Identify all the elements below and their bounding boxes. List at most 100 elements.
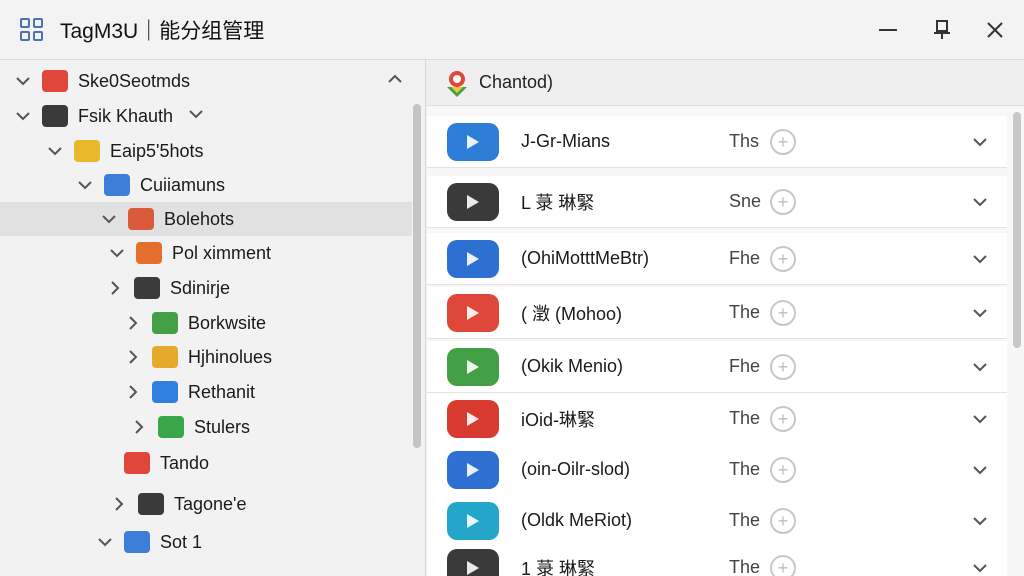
chevron-down-icon[interactable] xyxy=(14,72,32,90)
chevron-down-icon[interactable] xyxy=(971,461,989,479)
chevron-down-icon[interactable] xyxy=(971,559,989,576)
channel-row[interactable]: 1 菉 琳緊 The + xyxy=(427,542,1007,576)
tree-item-label: Pol ximment xyxy=(172,242,272,263)
title-bar: TagM3U｜能分组管理 xyxy=(0,0,1024,60)
add-icon[interactable]: + xyxy=(770,245,796,272)
chevron-right-icon[interactable] xyxy=(110,495,128,513)
tree-item[interactable]: Sot 1 xyxy=(0,525,412,559)
tree-item[interactable]: Stulers xyxy=(0,410,412,444)
chevron-right-icon[interactable] xyxy=(124,348,142,366)
channel-group-value: The xyxy=(729,557,761,576)
channel-name: iOid-琳緊 xyxy=(521,409,596,430)
tree-item-label: Tando xyxy=(160,452,210,473)
channel-logo-icon xyxy=(447,399,499,438)
tree-item[interactable]: Rethanit xyxy=(0,375,412,409)
channel-row[interactable]: J-Gr-Mians Ths + xyxy=(427,116,1007,168)
chevron-right-icon[interactable] xyxy=(124,314,142,332)
channel-logo-icon xyxy=(447,450,499,489)
layers-icon xyxy=(74,140,100,162)
channel-scrollbar[interactable] xyxy=(1013,112,1021,348)
chevron-down-icon[interactable] xyxy=(96,533,114,551)
channel-name: (Oldk MeRiot) xyxy=(521,510,633,530)
chevron-down-icon[interactable] xyxy=(971,512,989,530)
pie-chart-icon xyxy=(124,452,150,474)
channel-group-value: Fhe xyxy=(729,248,761,268)
channel-name: ( 澂 (Mohoo) xyxy=(521,303,623,324)
add-icon[interactable]: + xyxy=(770,554,796,576)
chevron-down-icon[interactable] xyxy=(14,107,32,125)
person-icon xyxy=(158,416,184,438)
add-icon[interactable]: + xyxy=(770,507,796,534)
close-button[interactable] xyxy=(977,12,1013,48)
maximize-button[interactable] xyxy=(924,12,960,48)
chevron-down-icon[interactable] xyxy=(971,358,989,376)
chevron-down-icon[interactable] xyxy=(971,133,989,151)
tree-item[interactable]: Fsik Khauth xyxy=(0,99,412,133)
close-icon xyxy=(987,22,1003,38)
tree-item[interactable]: Bolehots xyxy=(0,202,412,236)
channel-row[interactable]: (Oldk MeRiot) The + xyxy=(427,495,1007,547)
minimize-button[interactable] xyxy=(870,12,906,48)
channel-name: (oin-Oilr-slod) xyxy=(521,459,631,479)
tree-item-label: Sdinirje xyxy=(170,277,231,298)
channel-row[interactable]: L 菉 琳緊 Sne + xyxy=(427,176,1007,228)
home-icon xyxy=(152,381,178,403)
network-folder-icon xyxy=(134,277,160,299)
chevron-right-icon[interactable] xyxy=(124,383,142,401)
app-grid-icon xyxy=(20,17,44,42)
chevron-down-icon[interactable] xyxy=(187,105,205,128)
chevron-up-icon[interactable] xyxy=(386,70,404,93)
channel-name: 1 菉 琳緊 xyxy=(521,558,596,576)
channel-logo-icon xyxy=(447,347,499,386)
tree-item-label: Hjhinolues xyxy=(188,346,273,367)
tree-item[interactable]: Pol ximment xyxy=(0,236,412,270)
stack-icon xyxy=(136,242,162,264)
channel-name: J-Gr-Mians xyxy=(521,131,610,151)
channel-logo-icon xyxy=(447,548,499,576)
chevron-down-icon[interactable] xyxy=(971,193,989,211)
channel-group-value: The xyxy=(729,302,761,322)
tree-item-label: Ske0Seotmds xyxy=(78,70,191,91)
channel-group-value: Fhe xyxy=(729,356,761,376)
channel-row[interactable]: iOid-琳緊 The + xyxy=(427,393,1007,445)
channel-group-value: Sne xyxy=(729,191,762,211)
chevron-down-icon[interactable] xyxy=(100,210,118,228)
chevron-down-icon[interactable] xyxy=(108,244,126,262)
person-folder-icon xyxy=(138,493,164,515)
add-icon[interactable]: + xyxy=(770,128,796,155)
tree-item[interactable]: Tagone'e xyxy=(0,487,412,521)
tree-item-label: Stulers xyxy=(194,416,251,437)
channel-row[interactable]: ( 澂 (Mohoo) The + xyxy=(427,287,1007,339)
add-icon[interactable]: + xyxy=(770,405,796,432)
add-icon[interactable]: + xyxy=(770,456,796,483)
tree-item[interactable]: Eaip5'5hots xyxy=(0,134,412,168)
chevron-down-icon[interactable] xyxy=(76,176,94,194)
group-tree-panel: Ske0Seotmds Fsik Khauth Eaip5'5hots Cuiiamu… xyxy=(0,60,426,576)
tree-item[interactable]: Cuiiamuns xyxy=(0,168,412,202)
channel-row[interactable]: (oin-Oilr-slod) The + xyxy=(427,444,1007,496)
tree-item[interactable]: Tando xyxy=(0,446,412,480)
channel-name: L 菉 琳緊 xyxy=(521,192,595,213)
chevron-right-icon[interactable] xyxy=(130,418,148,436)
channel-row[interactable]: (OhiMotttMeBtr) Fhe + xyxy=(427,233,1007,285)
layers-icon xyxy=(152,312,178,334)
tree-item[interactable]: Ske0Seotmds xyxy=(0,64,412,98)
chevron-down-icon[interactable] xyxy=(971,410,989,428)
add-icon[interactable]: + xyxy=(770,188,796,215)
tree-item[interactable]: Sdinirje xyxy=(0,271,412,305)
tree-item[interactable]: Hjhinolues xyxy=(0,340,412,374)
channel-row[interactable]: (Okik Menio) Fhe + xyxy=(427,341,1007,393)
chevron-down-icon[interactable] xyxy=(971,304,989,322)
chevron-right-icon[interactable] xyxy=(106,279,124,297)
chevron-down-icon[interactable] xyxy=(46,142,64,160)
tree-item[interactable]: Borkwsite xyxy=(0,306,412,340)
channel-logo-icon xyxy=(447,239,499,278)
add-icon[interactable]: + xyxy=(770,353,796,380)
channel-group-value: The xyxy=(729,459,761,479)
tree-scrollbar[interactable] xyxy=(413,104,421,448)
channel-group-value: The xyxy=(729,510,761,530)
add-icon[interactable]: + xyxy=(770,299,796,326)
channel-list-header: Chantod) xyxy=(427,60,1024,106)
channel-list-panel: Chantod) J-Gr-Mians Ths + L 菉 琳緊 Sne + (OhiMot… xyxy=(427,60,1024,576)
chevron-down-icon[interactable] xyxy=(971,250,989,268)
